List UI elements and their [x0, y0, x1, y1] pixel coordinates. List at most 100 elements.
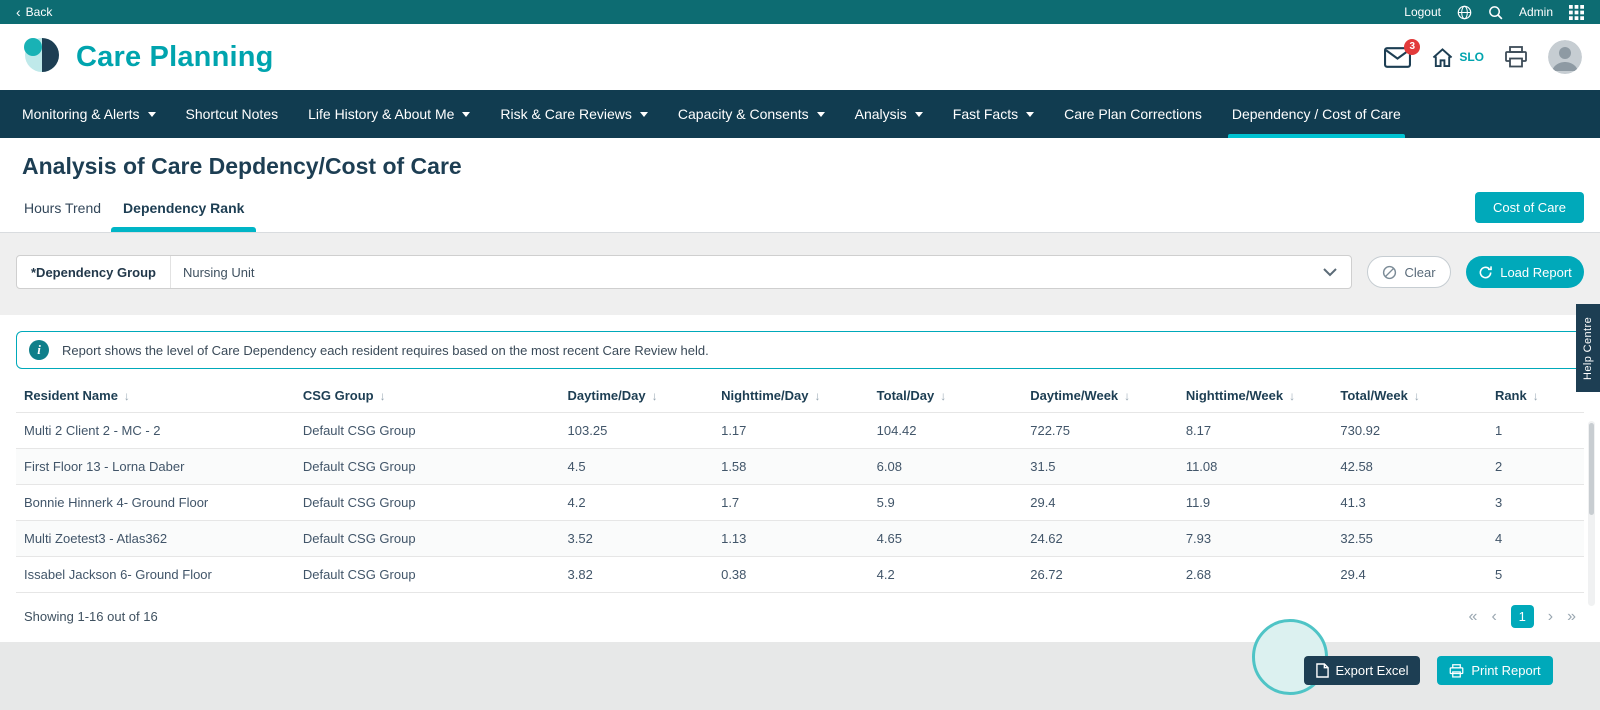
last-page-icon[interactable]: » — [1567, 609, 1576, 625]
nav-item[interactable]: Fast Facts — [953, 90, 1034, 138]
language-globe-icon[interactable] — [1457, 5, 1472, 20]
cost-of-care-button[interactable]: Cost of Care — [1475, 192, 1584, 223]
nav-item-label: Capacity & Consents — [678, 106, 809, 122]
home-button[interactable]: SLO — [1431, 47, 1484, 68]
logout-link[interactable]: Logout — [1404, 5, 1441, 19]
table-scrollbar[interactable] — [1588, 421, 1595, 606]
table-cell: 8.17 — [1178, 413, 1333, 449]
nav-item-label: Fast Facts — [953, 106, 1018, 122]
table-row: Multi Zoetest3 - Atlas362Default CSG Gro… — [16, 521, 1584, 557]
load-report-button[interactable]: Load Report — [1466, 256, 1584, 288]
admin-user-label[interactable]: Admin — [1519, 5, 1553, 19]
table-cell: 31.5 — [1022, 449, 1178, 485]
messages-button[interactable]: 3 — [1384, 47, 1411, 68]
user-avatar[interactable] — [1548, 40, 1582, 74]
sort-icon[interactable]: ↓ — [815, 389, 821, 403]
export-excel-button[interactable]: Export Excel — [1304, 656, 1420, 685]
chevron-down-icon — [1026, 112, 1034, 117]
next-page-icon[interactable]: › — [1548, 609, 1553, 625]
column-header-label: Daytime/Day — [568, 388, 646, 403]
table-cell: 41.3 — [1332, 485, 1487, 521]
column-header[interactable]: Daytime/Day ↓ — [560, 379, 714, 413]
info-banner: i Report shows the level of Care Depende… — [16, 331, 1584, 369]
app-title: Care Planning — [76, 41, 274, 74]
column-header-label: Total/Day — [877, 388, 935, 403]
table-row: First Floor 13 - Lorna DaberDefault CSG … — [16, 449, 1584, 485]
page-title: Analysis of Care Depdency/Cost of Care — [22, 153, 1578, 180]
table-cell: 3.52 — [560, 521, 714, 557]
scrollbar-thumb[interactable] — [1589, 423, 1594, 515]
chevron-down-icon — [817, 112, 825, 117]
table-cell: Default CSG Group — [295, 521, 560, 557]
search-icon[interactable] — [1488, 5, 1503, 20]
table-cell: 11.9 — [1178, 485, 1333, 521]
nav-item[interactable]: Care Plan Corrections — [1064, 90, 1202, 138]
nav-item[interactable]: Dependency / Cost of Care — [1232, 90, 1401, 138]
column-header[interactable]: Rank ↓ — [1487, 379, 1584, 413]
table-cell: Default CSG Group — [295, 485, 560, 521]
sort-icon[interactable]: ↓ — [1289, 389, 1295, 403]
table-row: Multi 2 Client 2 - MC - 2Default CSG Gro… — [16, 413, 1584, 449]
resident-name-cell: Multi 2 Client 2 - MC - 2 — [16, 413, 295, 449]
column-header[interactable]: Daytime/Week ↓ — [1022, 379, 1178, 413]
table-cell: 103.25 — [560, 413, 714, 449]
nav-item-label: Analysis — [855, 106, 907, 122]
sort-icon[interactable]: ↓ — [940, 389, 946, 403]
column-header[interactable]: Total/Week↓ — [1332, 379, 1487, 413]
chevron-down-icon — [1323, 268, 1337, 277]
sort-icon[interactable]: ↓ — [380, 389, 386, 403]
clear-button[interactable]: Clear — [1367, 256, 1451, 288]
previous-page-icon[interactable]: ‹ — [1491, 609, 1496, 625]
sort-icon[interactable]: ↓ — [1533, 389, 1539, 403]
table-cell: 29.4 — [1022, 485, 1178, 521]
top-utility-bar: ‹ Back Logout Admin — [0, 0, 1600, 24]
column-header[interactable]: Nighttime/Day↓ — [713, 379, 869, 413]
nav-item[interactable]: Life History & About Me — [308, 90, 470, 138]
chevron-down-icon — [915, 112, 923, 117]
dependency-group-value: Nursing Unit — [171, 265, 267, 280]
tab[interactable]: Dependency Rank — [123, 183, 244, 232]
sort-icon[interactable]: ↓ — [1124, 389, 1130, 403]
print-report-button[interactable]: Print Report — [1437, 656, 1553, 685]
table-cell: 4.2 — [560, 485, 714, 521]
apps-grid-icon[interactable] — [1569, 5, 1584, 20]
table-cell: 1.13 — [713, 521, 869, 557]
back-button[interactable]: ‹ Back — [16, 5, 52, 19]
sort-icon[interactable]: ↓ — [1414, 389, 1420, 403]
table-cell: 1 — [1487, 413, 1584, 449]
column-header[interactable]: CSG Group ↓ — [295, 379, 560, 413]
table-cell: 5 — [1487, 557, 1584, 593]
dependency-group-select[interactable]: *Dependency Group Nursing Unit — [16, 255, 1352, 289]
tab[interactable]: Hours Trend — [24, 183, 101, 232]
table-cell: Default CSG Group — [295, 413, 560, 449]
active-nav-underline — [1228, 134, 1405, 138]
tab-label: Dependency Rank — [123, 200, 244, 216]
help-centre-tab[interactable]: Help Centre — [1576, 304, 1600, 392]
back-label: Back — [26, 5, 53, 19]
current-page-button[interactable]: 1 — [1511, 605, 1534, 628]
tabs-container: Hours Trend Dependency Rank — [16, 183, 258, 232]
table-cell: 42.58 — [1332, 449, 1487, 485]
table-cell: 3 — [1487, 485, 1584, 521]
column-header-label: Rank — [1495, 388, 1527, 403]
table-cell: 11.08 — [1178, 449, 1333, 485]
table-cell: 5.9 — [869, 485, 1023, 521]
column-header-label: CSG Group — [303, 388, 374, 403]
table-cell: 1.7 — [713, 485, 869, 521]
nav-item[interactable]: Risk & Care Reviews — [500, 90, 647, 138]
print-icon[interactable] — [1504, 46, 1528, 68]
column-header-label: Daytime/Week — [1030, 388, 1118, 403]
sort-icon[interactable]: ↓ — [124, 389, 130, 403]
table-cell: 1.17 — [713, 413, 869, 449]
sort-icon[interactable]: ↓ — [652, 389, 658, 403]
column-header[interactable]: Resident Name↓ — [16, 379, 295, 413]
column-header[interactable]: Total/Day ↓ — [869, 379, 1023, 413]
column-header[interactable]: Nighttime/Week↓ — [1178, 379, 1333, 413]
nav-item[interactable]: Shortcut Notes — [186, 90, 279, 138]
nav-item[interactable]: Monitoring & Alerts — [22, 90, 156, 138]
first-page-icon[interactable]: « — [1469, 609, 1478, 625]
nav-item[interactable]: Analysis — [855, 90, 923, 138]
tabs-row: Hours Trend Dependency Rank Cost of Care — [0, 183, 1600, 233]
table-cell: 0.38 — [713, 557, 869, 593]
nav-item[interactable]: Capacity & Consents — [678, 90, 825, 138]
